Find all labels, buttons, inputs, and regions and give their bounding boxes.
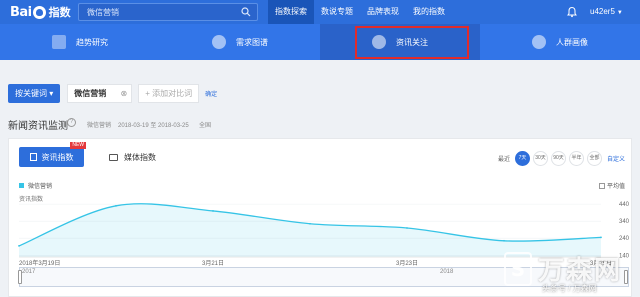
new-badge: NEW — [70, 142, 86, 149]
range-pill-1[interactable]: 30天 — [532, 151, 548, 166]
keyword-tag[interactable]: 微信营销 ⊗ — [67, 84, 133, 103]
username: u42er5 — [590, 7, 615, 16]
top-nav-item-2[interactable]: 品牌表现 — [360, 0, 406, 24]
data-point[interactable] — [212, 210, 214, 212]
people-icon — [532, 35, 546, 49]
keyword-mode-label: 按关键词 — [15, 89, 47, 98]
subnav-tab-1[interactable]: 需求图谱 — [160, 24, 320, 60]
top-nav-item-3[interactable]: 我的指数 — [406, 0, 452, 24]
top-bar: Bai 指数 指数探索数说专题品牌表现我的指数 u42er5▼ — [0, 0, 640, 24]
range-label: 最近 — [497, 157, 510, 163]
section-region: 全国 — [199, 123, 212, 129]
tv-icon — [109, 153, 118, 161]
data-point[interactable] — [18, 245, 20, 247]
top-nav-item-1[interactable]: 数说专题 — [314, 0, 360, 24]
watermark-brand: 万森网 — [538, 256, 623, 286]
keyword-tag-label: 微信营销 — [74, 89, 107, 98]
keyword-controls: 按关键词 ▾ 微信营销 ⊗ + 添加对比词 确定 — [8, 84, 217, 103]
range-pill-0[interactable]: 7天 — [514, 151, 530, 166]
section-keyword: 微信营销 — [87, 123, 112, 129]
data-point[interactable] — [115, 204, 117, 207]
x-tick-label: 3月21日 — [202, 260, 224, 267]
slider-handle-left[interactable] — [18, 270, 22, 284]
range-pill-3[interactable]: 半年 — [568, 151, 584, 166]
tab-news-index[interactable]: 资讯指数 NEW — [19, 142, 86, 167]
search-icon[interactable] — [241, 7, 251, 17]
subnav-tab-label: 需求图谱 — [236, 37, 268, 47]
series-area — [19, 203, 601, 257]
y-tick-label: 440 — [619, 202, 630, 208]
paw-icon — [32, 5, 46, 19]
bell-icon[interactable] — [566, 6, 578, 18]
trend-icon — [52, 35, 66, 49]
baidu-index-logo[interactable]: Bai 指数 — [10, 4, 71, 20]
x-tick-label: 3月23日 — [396, 260, 418, 267]
watermark-logo: S — [504, 252, 532, 286]
highlight-box — [355, 26, 469, 59]
watermark: S 万森网 头条号 / 万森网 — [500, 250, 640, 297]
range-pill-4[interactable]: 全部 — [586, 151, 602, 166]
user-menu[interactable]: u42er5 ▼ — [590, 0, 623, 25]
add-compare-button[interactable]: + 添加对比词 — [138, 84, 200, 103]
keyword-mode-button[interactable]: 按关键词 ▾ — [8, 84, 61, 103]
top-nav: 指数探索 数说专题 品牌表现 我的指数 — [268, 0, 452, 24]
graph-icon — [212, 35, 226, 49]
data-point[interactable] — [406, 227, 408, 229]
subnav-tab-0[interactable]: 趋势研究 — [0, 24, 160, 60]
top-nav-item-0[interactable]: 指数探索 — [268, 0, 314, 24]
custom-range-link[interactable]: 自定义 — [607, 154, 625, 163]
section-date-range: 2018-03-19 至 2018-03-25 — [118, 123, 189, 129]
data-point[interactable] — [309, 222, 311, 225]
sub-nav: 趋势研究 需求图谱 资讯关注 人群画像 — [0, 24, 640, 60]
chevron-down-icon: ▼ — [616, 10, 623, 16]
subnav-tab-label: 趋势研究 — [76, 37, 108, 47]
data-point[interactable] — [600, 236, 602, 239]
range-selector: 最近 7天 30天 90天 半年 全部 自定义 — [498, 151, 625, 166]
document-icon — [29, 153, 37, 161]
tab-media-index-label: 媒体指数 — [124, 152, 156, 162]
slider-year-end: 2018 — [440, 269, 454, 275]
subnav-tab-label: 人群画像 — [556, 37, 588, 47]
keyword-search-box — [78, 3, 258, 21]
watermark-sub: 头条号 / 万森网 — [542, 284, 597, 293]
y-tick-label: 340 — [619, 219, 630, 225]
y-tick-label: 240 — [619, 236, 630, 242]
logo-text: Bai — [10, 4, 32, 20]
tab-news-index-label: 资讯指数 — [41, 152, 74, 162]
data-point[interactable] — [503, 239, 505, 242]
help-icon[interactable]: ? — [67, 118, 76, 127]
close-icon[interactable]: ⊗ — [121, 85, 128, 102]
subnav-tab-3[interactable]: 人群画像 — [480, 24, 640, 60]
logo-sub: 指数 — [48, 6, 71, 19]
slider-year-start: 2017 — [22, 269, 36, 275]
search-input[interactable] — [79, 4, 229, 20]
range-pill-2[interactable]: 90天 — [550, 151, 566, 166]
tab-media-index[interactable]: 媒体指数 — [109, 147, 156, 167]
confirm-button[interactable]: 确定 — [205, 89, 217, 98]
x-tick-label: 2018年3月19日 — [19, 259, 60, 267]
section-title: 新闻资讯监测 — [8, 121, 68, 132]
